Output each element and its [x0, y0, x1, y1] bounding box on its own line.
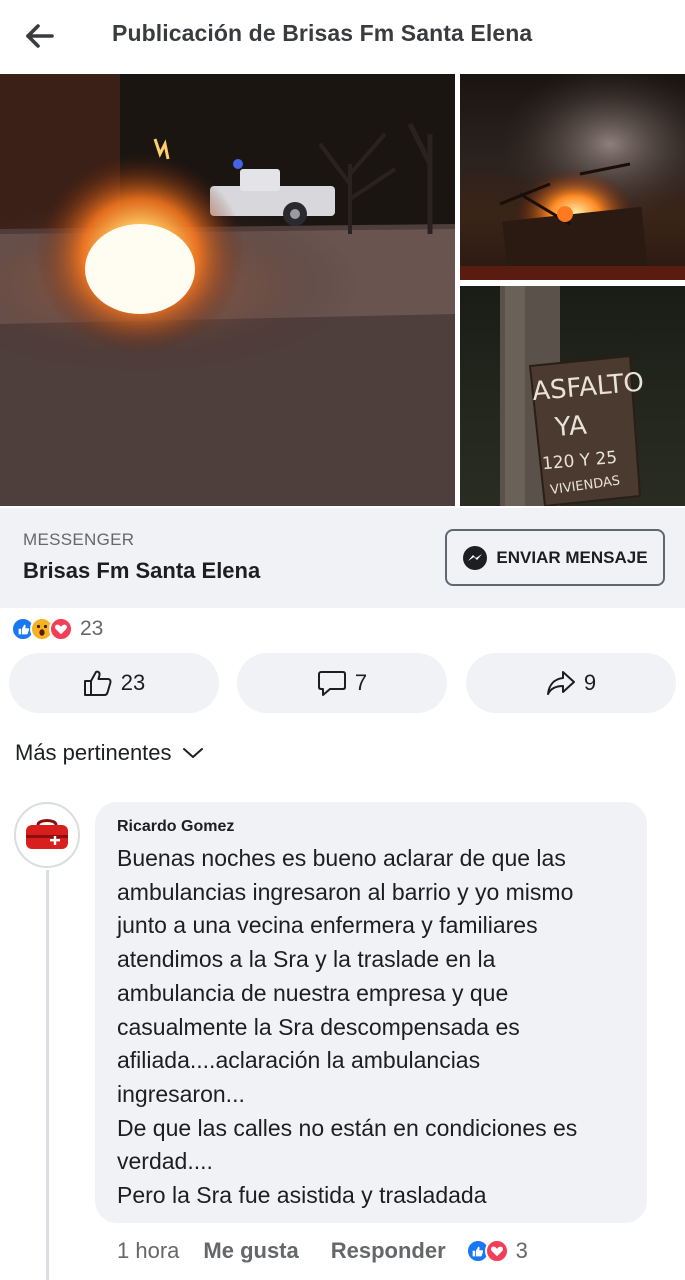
comment-author[interactable]: Ricardo Gomez — [117, 818, 234, 836]
comment-line: ingresaron... — [117, 1080, 245, 1107]
photo-fire-scene — [0, 74, 455, 506]
messenger-section: MESSENGER Brisas Fm Santa Elena ENVIAR M… — [0, 508, 685, 608]
comment-line: junto a una vecina enfermera y familiare… — [117, 912, 538, 939]
like-button[interactable]: 23 — [9, 653, 219, 713]
comment-text: Buenas noches es bueno aclarar de que la… — [117, 842, 637, 1213]
comment-line: afiliada....aclaración la ambulancias — [117, 1047, 481, 1074]
chevron-down-icon — [182, 748, 203, 758]
thread-line — [46, 870, 49, 1280]
comment-line: ambulancias ingresaron al barrio y yo mi… — [117, 878, 574, 905]
share-arrow-icon — [546, 671, 575, 695]
avatar[interactable] — [14, 802, 80, 868]
messenger-page-name[interactable]: Brisas Fm Santa Elena — [23, 558, 260, 584]
sign-line-2: YA — [553, 410, 588, 443]
arrow-left-icon — [26, 24, 54, 48]
photo-protest-sign[interactable]: ASFALTO YA 120 Y 25 VIVIENDAS — [460, 286, 685, 506]
comment-line: ambulancia de nuestra empresa y que — [117, 979, 509, 1006]
page-title: Publicación de Brisas Fm Santa Elena — [112, 20, 533, 46]
comment-like-link[interactable]: Me gusta — [203, 1238, 298, 1264]
messenger-label: MESSENGER — [23, 530, 135, 549]
back-button[interactable] — [22, 18, 58, 54]
comment-button[interactable]: 7 — [237, 653, 447, 713]
comment-line: Pero la Sra fue asistida y trasladada — [117, 1182, 487, 1209]
like-count: 23 — [120, 670, 146, 695]
photo-sign-scene: ASFALTO YA 120 Y 25 VIVIENDAS — [500, 286, 645, 506]
share-button[interactable]: 9 — [466, 653, 676, 713]
send-message-label: ENVIAR MENSAJE — [496, 547, 648, 567]
reactions-summary[interactable]: 23 — [11, 614, 103, 644]
ambulance-bag-icon — [26, 819, 68, 849]
photo-bonfire[interactable] — [460, 74, 685, 280]
comment-count: 7 — [354, 670, 368, 695]
comment-timestamp[interactable]: 1 hora — [117, 1238, 179, 1264]
love-icon — [484, 1239, 509, 1263]
comment-sort-dropdown[interactable]: Más pertinentes — [15, 740, 204, 766]
messenger-icon — [463, 545, 488, 570]
comment-reactions[interactable] — [465, 1239, 509, 1263]
photo-burning-truck[interactable] — [0, 74, 455, 506]
comment-line: atendimos a la Sra y la traslade en la — [117, 946, 496, 973]
comment-line: verdad.... — [117, 1148, 213, 1175]
top-bar: Publicación de Brisas Fm Santa Elena — [0, 0, 685, 72]
comment-reaction-count: 3 — [515, 1238, 528, 1263]
share-count: 9 — [583, 670, 597, 695]
thumbs-up-icon — [83, 670, 112, 696]
comment-line: casualmente la Sra descompensada es — [117, 1013, 520, 1040]
reactions-total: 23 — [80, 617, 104, 640]
comment-line: De que las calles no están en condicione… — [117, 1114, 578, 1141]
post-photo-grid: ASFALTO YA 120 Y 25 VIVIENDAS — [0, 74, 685, 506]
sort-label: Más pertinentes — [15, 740, 172, 765]
photo-bonfire-scene — [460, 74, 685, 280]
love-icon — [49, 617, 73, 641]
comment-reply-link[interactable]: Responder — [331, 1238, 446, 1264]
comment-line: Buenas noches es bueno aclarar de que la… — [117, 845, 566, 871]
comment-bubble-icon — [317, 671, 346, 696]
comment-meta: 1 hora Me gusta Responder 3 — [117, 1236, 528, 1266]
comment-bubble: Ricardo Gomez Buenas noches es bueno acl… — [95, 802, 647, 1223]
send-message-button[interactable]: ENVIAR MENSAJE — [445, 529, 665, 586]
